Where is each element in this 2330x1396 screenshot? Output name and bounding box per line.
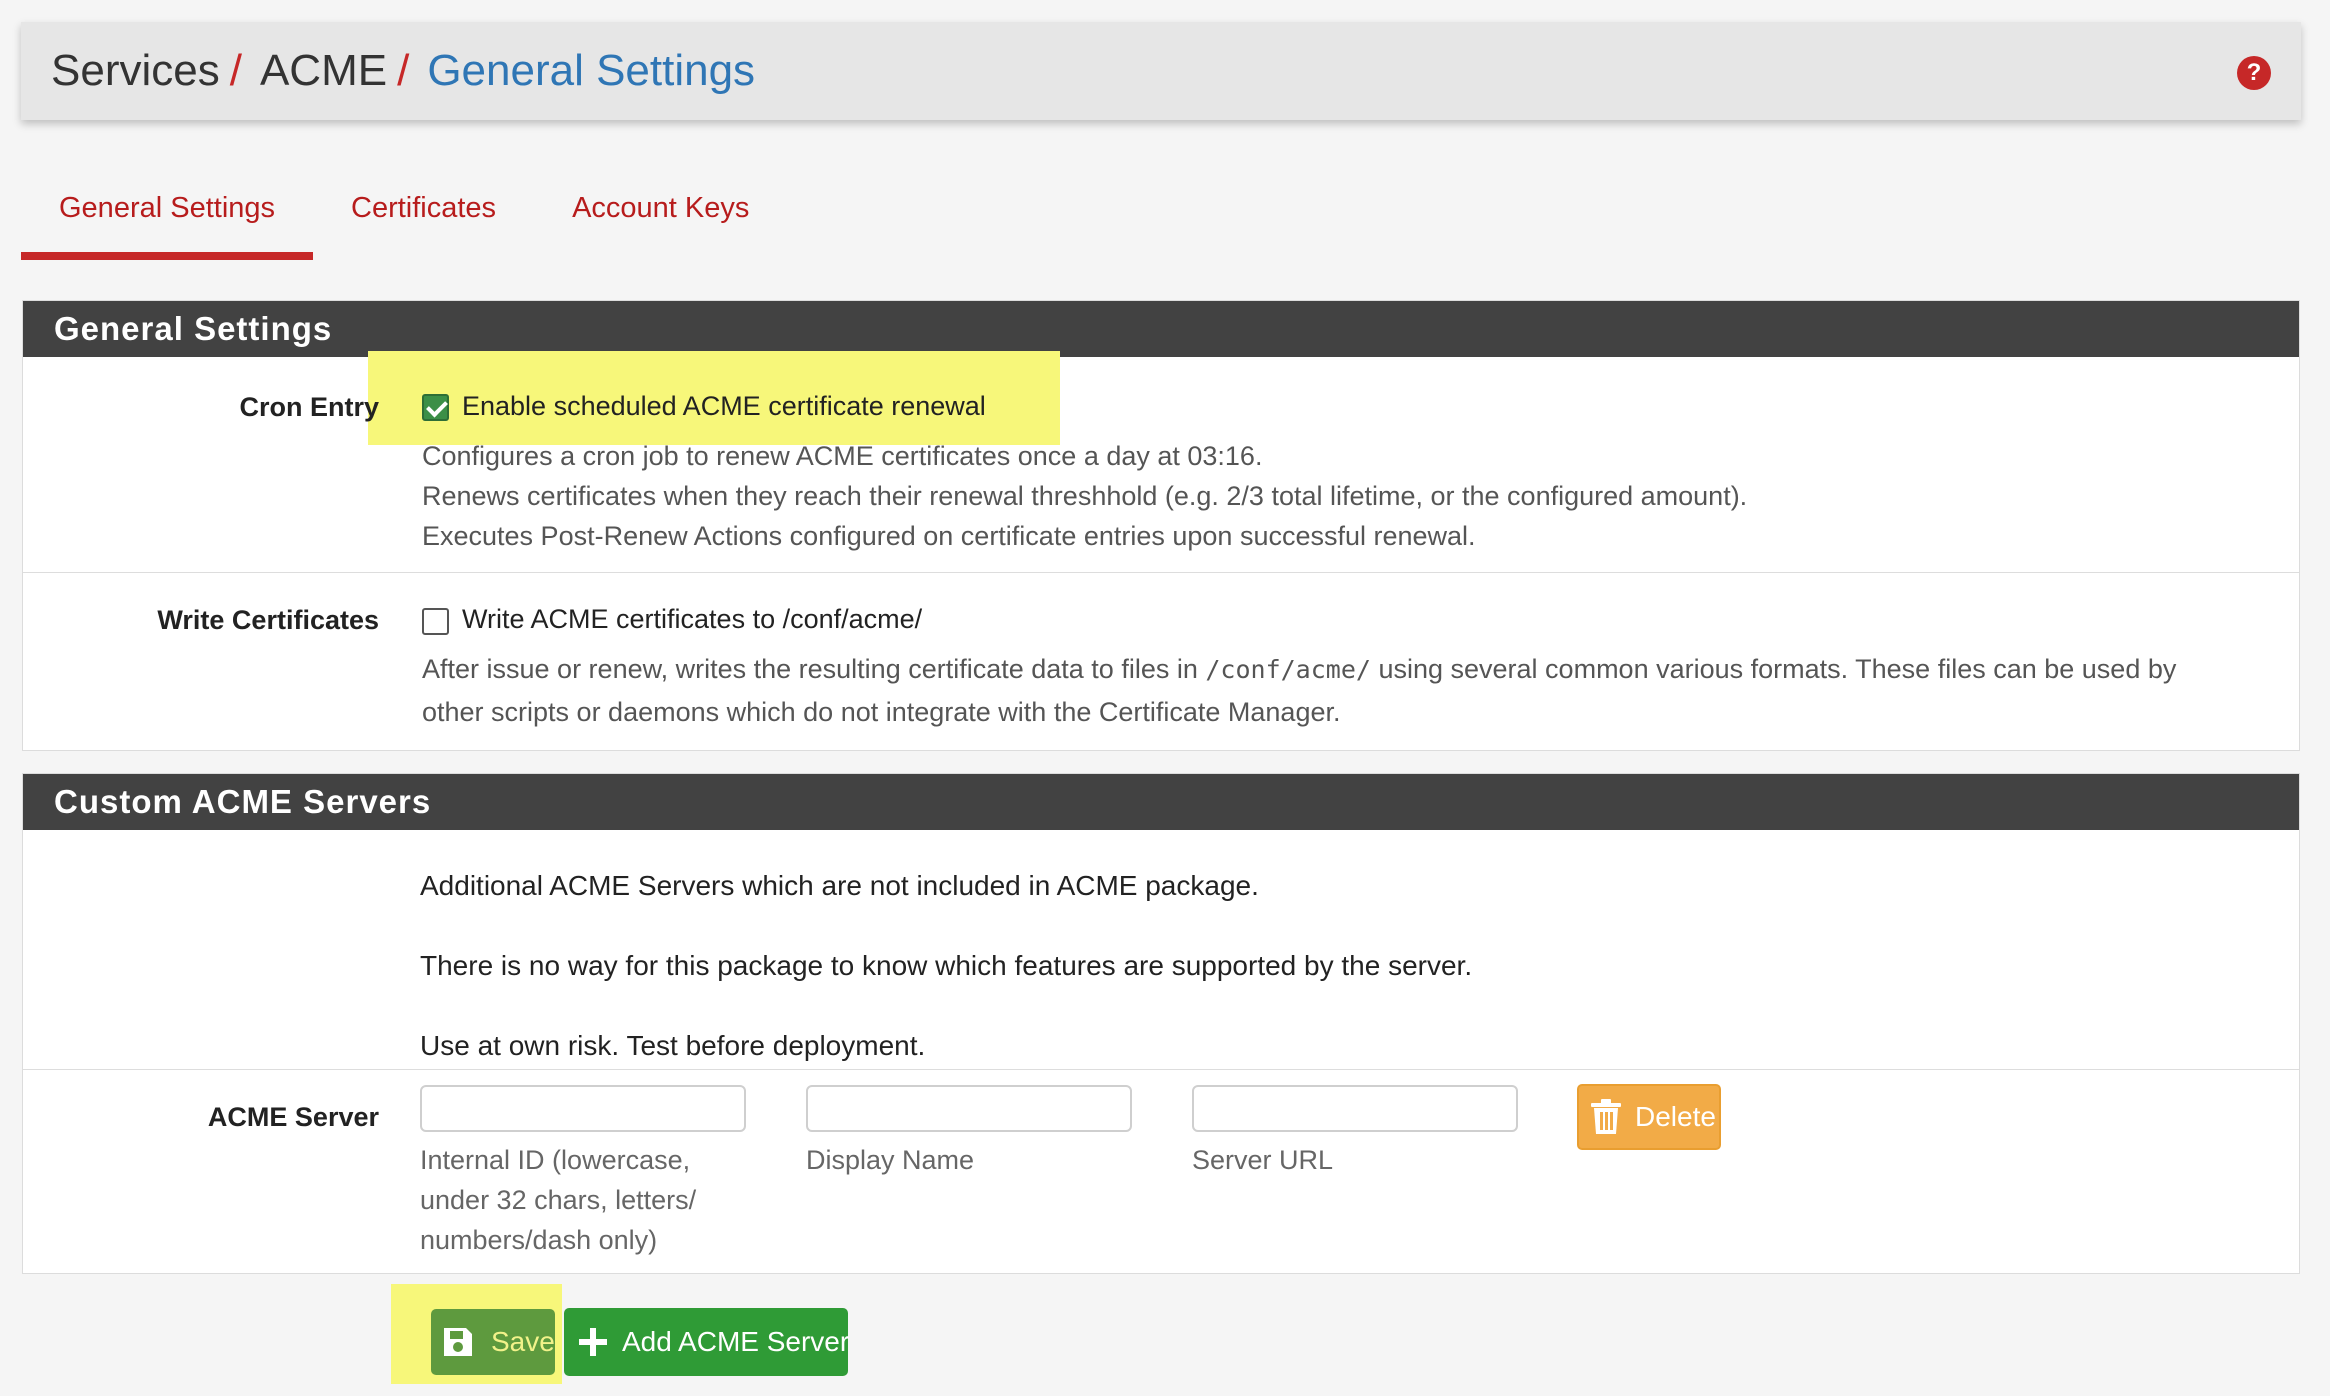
help-line: numbers/dash only) [420, 1225, 658, 1255]
page-title[interactable]: General Settings [427, 46, 755, 96]
write-certificates-row: Write Certificates Write ACME certificat… [23, 573, 2299, 750]
custom-servers-notes-row: Additional ACME Servers which are not in… [23, 830, 2299, 1070]
delete-button-label: Delete [1635, 1101, 1716, 1132]
write-certificates-label: Write Certificates [157, 605, 379, 635]
tab-account-keys[interactable]: Account Keys [534, 168, 787, 260]
page-header: Services / ACME / General Settings ? [21, 22, 2301, 120]
cron-entry-checkbox[interactable] [422, 394, 449, 421]
help-line: Executes Post-Renew Actions configured o… [422, 521, 1476, 551]
question-circle-icon[interactable]: ? [2237, 56, 2271, 90]
cron-entry-label: Cron Entry [239, 392, 379, 422]
acme-server-label: ACME Server [207, 1102, 379, 1132]
internal-id-help: Internal ID (lowercase, under 32 chars, … [420, 1140, 696, 1260]
write-certificates-help: After issue or renew, writes the resulti… [422, 648, 2282, 733]
help-line: Internal ID (lowercase, [420, 1145, 691, 1175]
add-acme-server-button[interactable]: Add ACME Server [564, 1308, 850, 1376]
server-url-help: Server URL [1192, 1145, 1334, 1175]
breadcrumb-services[interactable]: Services [51, 46, 220, 96]
save-button-label: Save [491, 1326, 555, 1357]
cron-entry-help: Configures a cron job to renew ACME cert… [422, 436, 1747, 556]
write-certificates-checkbox[interactable] [422, 608, 449, 635]
help-line: under 32 chars, letters/ [420, 1185, 697, 1215]
plus-icon [579, 1328, 607, 1356]
breadcrumb-separator: / [397, 46, 410, 95]
custom-acme-servers-panel: Custom ACME Servers Additional ACME Serv… [22, 773, 2300, 1274]
panel-heading: Custom ACME Servers [23, 774, 2299, 830]
help-line: other scripts or daemons which do not in… [422, 697, 1341, 727]
help-line: Renews certificates when they reach thei… [422, 481, 1748, 511]
acme-server-row: ACME Server Internal ID (lowercase, unde… [23, 1070, 2299, 1274]
custom-servers-note: Use at own risk. Test before deployment. [420, 1030, 926, 1061]
breadcrumb-separator: / [229, 46, 242, 95]
internal-id-input[interactable] [420, 1085, 746, 1132]
save-button[interactable]: Save [431, 1309, 555, 1375]
help-line: Configures a cron job to renew ACME cert… [422, 441, 1263, 471]
display-name-input[interactable] [806, 1085, 1132, 1132]
custom-servers-note: Additional ACME Servers which are not in… [420, 870, 1259, 901]
custom-servers-note: There is no way for this package to know… [420, 950, 1473, 981]
server-url-input[interactable] [1192, 1085, 1518, 1132]
save-icon [444, 1328, 472, 1356]
write-certificates-checkbox-label[interactable]: Write ACME certificates to /conf/acme/ [462, 604, 922, 635]
tab-bar: General Settings Certificates Account Ke… [21, 168, 787, 260]
cron-entry-row: Cron Entry Enable scheduled ACME certifi… [23, 351, 2299, 573]
tab-certificates[interactable]: Certificates [313, 168, 534, 260]
cron-entry-checkbox-label[interactable]: Enable scheduled ACME certificate renewa… [462, 391, 986, 422]
trash-icon [1591, 1099, 1621, 1134]
help-text-suffix: using several common various formats. Th… [1378, 654, 2177, 684]
add-acme-server-label: Add ACME Server [622, 1326, 850, 1357]
delete-button[interactable]: Delete [1577, 1084, 1721, 1150]
general-settings-panel: General Settings Cron Entry Enable sched… [22, 300, 2300, 751]
conf-acme-path: /conf/acme/ [1205, 655, 1371, 684]
tab-general-settings[interactable]: General Settings [21, 168, 314, 260]
panel-heading: General Settings [23, 301, 2299, 357]
help-text-prefix: After issue or renew, writes the resulti… [422, 654, 1198, 684]
help-line: After issue or renew, writes the resulti… [422, 648, 2282, 691]
display-name-help: Display Name [806, 1145, 975, 1175]
breadcrumb-acme[interactable]: ACME [260, 46, 387, 96]
